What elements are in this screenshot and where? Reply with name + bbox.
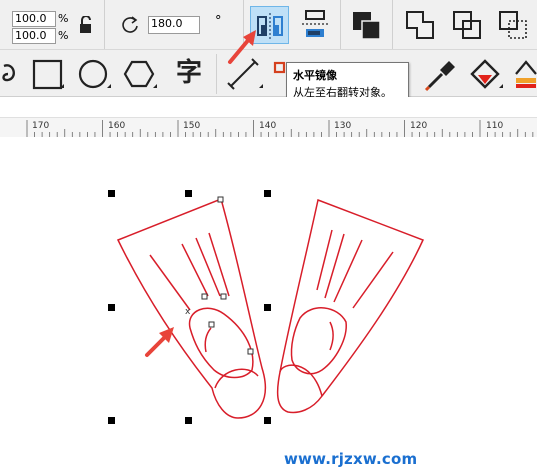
center-marker: x [185,307,191,317]
left-flipper [116,197,267,419]
selection-handle [108,190,115,197]
selection-handle [185,190,192,197]
canvas-arrow-icon [145,327,174,357]
selection-handle [185,417,192,424]
right-flipper [276,198,425,414]
selection-handle [264,190,271,197]
watermark: www.rjzxw.com [284,450,418,468]
selection-handle [264,417,271,424]
selection-handle [108,304,115,311]
selection-handle [264,304,271,311]
selection-handle [108,417,115,424]
flipper-drawing: x [108,190,425,424]
